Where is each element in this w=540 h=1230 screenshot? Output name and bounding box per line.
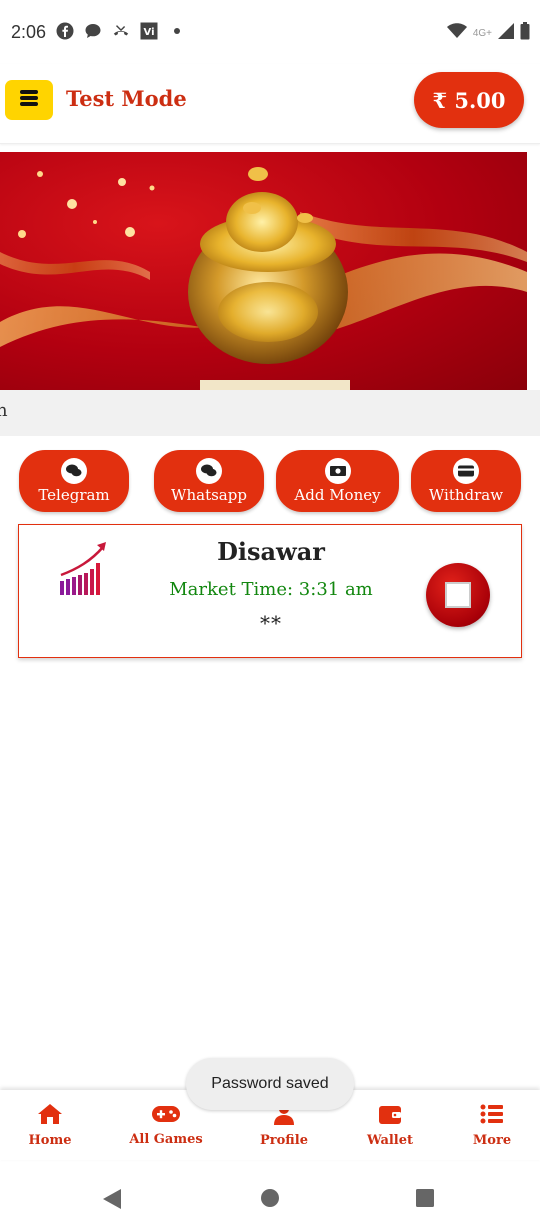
withdraw-label: Withdraw [428, 486, 504, 504]
add-money-label: Add Money [294, 486, 381, 504]
action-buttons: Telegram Whatsapp Add Money Withdraw [0, 450, 540, 512]
signal-icon [498, 23, 514, 43]
promo-banner [0, 152, 527, 390]
hamburger-menu-icon [19, 89, 39, 111]
nav-more[interactable]: More [462, 1090, 522, 1160]
app-title: Test Mode [66, 86, 187, 111]
chat-icon [61, 458, 87, 484]
toast-message: Password saved [186, 1058, 354, 1110]
app-bar: Test Mode ₹ 5.00 [0, 64, 540, 144]
battery-icon [520, 22, 530, 44]
list-icon [480, 1103, 504, 1129]
nav-more-label: More [472, 1132, 512, 1148]
market-name: Disawar [217, 537, 325, 566]
money-icon [324, 458, 351, 484]
system-nav-bar [0, 1168, 540, 1230]
notice-marquee: n [0, 390, 540, 436]
recents-icon[interactable] [415, 1188, 435, 1212]
missed-call-icon [112, 22, 130, 40]
chat-bubble-icon [84, 22, 102, 40]
dot-icon [168, 22, 186, 40]
menu-button[interactable] [5, 80, 53, 120]
svg-text:Vi: Vi [144, 27, 155, 38]
home-icon [37, 1103, 63, 1129]
gold-pot-image [0, 167, 527, 390]
wifi-icon [446, 23, 467, 43]
back-icon[interactable] [102, 1188, 122, 1214]
nav-home-label: Home [28, 1132, 72, 1148]
nav-home[interactable]: Home [20, 1090, 80, 1160]
nav-profile-label: Profile [260, 1132, 308, 1148]
market-closed-button[interactable] [426, 563, 490, 627]
network-type: 4G+ [472, 27, 492, 39]
status-time: 2:06 [11, 22, 47, 42]
facebook-icon [56, 22, 74, 40]
whatsapp-button[interactable]: Whatsapp [154, 450, 264, 512]
nav-wallet-label: Wallet [366, 1132, 414, 1148]
stop-icon [445, 582, 471, 608]
telegram-button[interactable]: Telegram [19, 450, 129, 512]
market-card[interactable]: Disawar Market Time: 3:31 am ** [18, 524, 522, 658]
whatsapp-label: Whatsapp [171, 486, 247, 504]
add-money-button[interactable]: Add Money [276, 450, 399, 512]
system-status-icons: 4G+ [446, 22, 530, 44]
gamepad-icon [151, 1104, 181, 1128]
card-icon [453, 458, 479, 484]
withdraw-button[interactable]: Withdraw [411, 450, 521, 512]
wallet-icon [378, 1103, 402, 1129]
chat-icon [196, 458, 222, 484]
nav-wallet[interactable]: Wallet [360, 1090, 420, 1160]
notification-icons: Vi [56, 22, 186, 40]
wallet-balance-button[interactable]: ₹ 5.00 [414, 72, 524, 128]
status-bar: 2:06 Vi 4G+ [0, 0, 540, 64]
vi-icon: Vi [140, 22, 158, 40]
home-circle-icon[interactable] [260, 1188, 280, 1212]
nav-all-games-label: All Games [129, 1131, 203, 1147]
notice-text: n [0, 400, 8, 421]
telegram-label: Telegram [38, 486, 110, 504]
